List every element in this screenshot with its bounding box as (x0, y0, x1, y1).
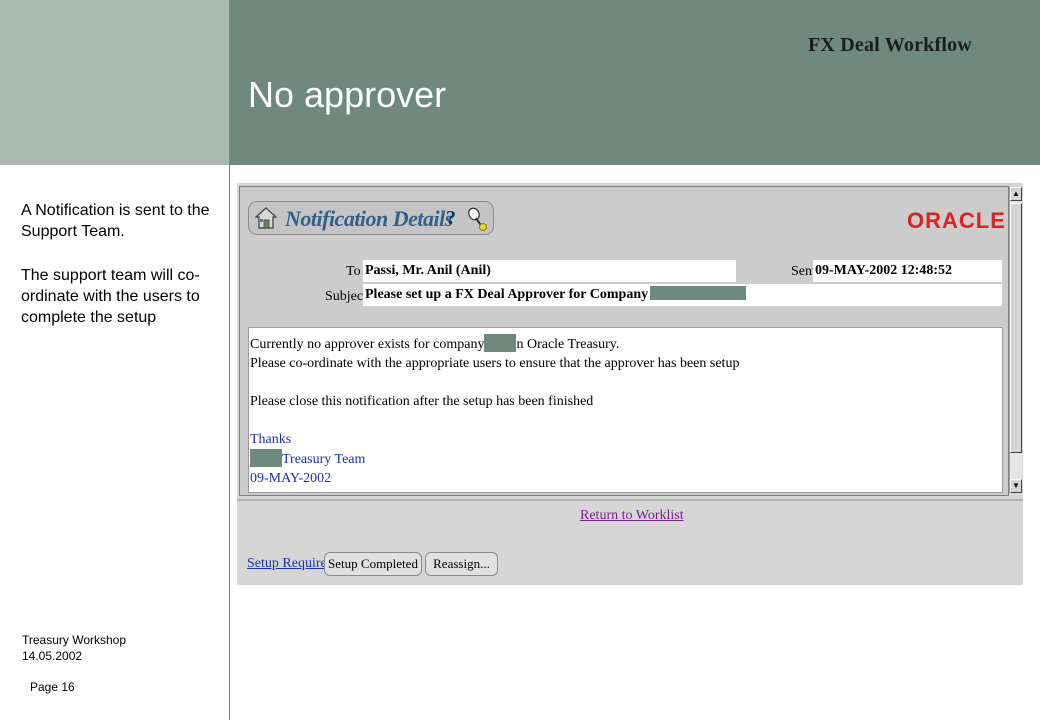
message-line: Please co-ordinate with the appropriate … (250, 356, 740, 371)
page-number: Page 16 (30, 680, 75, 694)
message-line: Thanks (250, 432, 292, 447)
message-line (250, 373, 1001, 392)
message-text: Treasury Team (282, 452, 366, 467)
footer-date: 14.05.2002 (22, 649, 83, 663)
message-body: Currently no approver exists for company… (248, 327, 1003, 493)
setup-completed-button[interactable]: Setup Completed (324, 552, 422, 576)
setup-required-link[interactable]: Setup Required (247, 556, 334, 572)
notification-frame: Notification Details ? ORACLE To Passi, … (239, 186, 1009, 496)
footer-workshop-text: Treasury Workshop (22, 633, 127, 647)
reassign-button[interactable]: Reassign... (425, 552, 498, 576)
footer-info: Treasury Workshop 14.05.2002 (22, 632, 126, 664)
redaction-block (484, 334, 517, 352)
message-text: Currently no approver exists for company (250, 337, 485, 352)
slide-title: No approver (248, 74, 447, 115)
message-line: Currently no approver exists for company… (250, 334, 1001, 354)
notification-details-title: Notification Details (285, 206, 453, 231)
redaction-block (650, 286, 747, 300)
subject-label: Subject (325, 289, 367, 304)
side-note: The support team will co-ordinate with t… (21, 267, 200, 326)
redaction-block (250, 449, 282, 467)
action-bar: Return to Worklist Setup Required Setup … (237, 499, 1023, 585)
notification-tab-header: Notification Details ? (248, 201, 494, 235)
vertical-divider (229, 165, 230, 720)
home-icon[interactable] (255, 207, 277, 229)
left-header-block (0, 0, 229, 165)
vertical-scrollbar[interactable]: ▲ ▼ (1009, 187, 1022, 493)
help-icon[interactable]: ? (446, 207, 460, 229)
tools-icon[interactable] (465, 206, 489, 232)
return-to-worklist-link[interactable]: Return to Worklist (580, 508, 684, 524)
message-line (250, 411, 1001, 430)
scroll-up-icon[interactable]: ▲ (1010, 187, 1022, 201)
subject-text: Please set up a FX Deal Approver for Com… (365, 287, 649, 302)
scroll-thumb[interactable] (1010, 203, 1022, 453)
oracle-logo: ORACLE (907, 208, 1006, 233)
message-line: Please close this notification after the… (250, 394, 594, 409)
header-label: FX Deal Workflow (808, 34, 972, 56)
notification-screenshot: Notification Details ? ORACLE To Passi, … (237, 183, 1023, 585)
message-line: 09-MAY-2002 (250, 471, 332, 486)
subject-field: Please set up a FX Deal Approver for Com… (363, 284, 1002, 306)
to-label: To (346, 264, 361, 279)
to-field: Passi, Mr. Anil (Anil) (363, 260, 736, 282)
scroll-down-icon[interactable]: ▼ (1010, 479, 1022, 493)
side-note: A Notification is sent to the Support Te… (21, 202, 210, 240)
sent-field: 09-MAY-2002 12:48:52 (813, 260, 1002, 282)
message-text: n Oracle Treasury. (516, 337, 620, 352)
message-line: Treasury Team (250, 449, 1001, 469)
